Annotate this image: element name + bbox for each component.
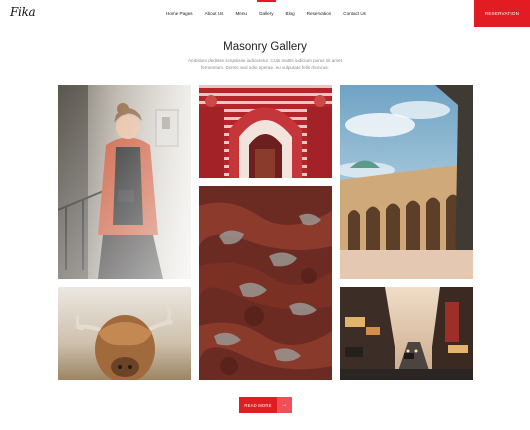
- nav-item-menu[interactable]: Menu: [229, 0, 253, 27]
- arrow-right-icon: →: [277, 397, 292, 413]
- read-more-label: READ MORE: [239, 397, 277, 413]
- site-header: Fika Home Pages About Us Menu Gallery Bl…: [0, 0, 530, 27]
- nav-item-gallery[interactable]: Gallery: [253, 0, 280, 27]
- city-street-night-photo: [340, 287, 473, 380]
- nav-item-home-pages[interactable]: Home Pages: [160, 0, 199, 27]
- section-description: Ambitioni dedisse scripsisse iudicaretur…: [185, 57, 345, 71]
- gallery-item-highland-cow[interactable]: [58, 287, 191, 380]
- domed-mosque-arches-photo: [340, 85, 473, 279]
- highland-cow-photo: [58, 287, 191, 380]
- page-title: Masonry Gallery: [223, 41, 307, 53]
- read-more-button[interactable]: READ MORE →: [239, 397, 292, 413]
- gallery-item-city-street[interactable]: [340, 287, 473, 380]
- red-rock-texture-photo: [199, 186, 332, 380]
- gallery-item-domed-mosque[interactable]: [340, 85, 473, 279]
- section-description-line-1: Ambitioni dedisse scripsisse iudicaretur…: [188, 58, 342, 63]
- gallery-item-red-white-mosque[interactable]: [199, 85, 332, 178]
- red-white-mosque-photo: [199, 85, 332, 178]
- woman-photographer-photo: [58, 85, 191, 279]
- site-logo[interactable]: Fika: [10, 5, 36, 19]
- reservation-button[interactable]: RESERVATION: [474, 0, 530, 27]
- section-description-line-2: fermentum. Donec sed odio operae, eu vul…: [201, 65, 329, 70]
- gallery-item-woman-photographer[interactable]: [58, 85, 191, 279]
- nav-item-contact-us[interactable]: Contact Us: [337, 0, 372, 27]
- nav-item-about-us[interactable]: About Us: [199, 0, 230, 27]
- main-nav: Home Pages About Us Menu Gallery Blog Re…: [160, 0, 372, 27]
- nav-item-reservation[interactable]: Reservation: [301, 0, 338, 27]
- nav-item-blog[interactable]: Blog: [280, 0, 301, 27]
- gallery-item-red-rock-texture[interactable]: [199, 186, 332, 380]
